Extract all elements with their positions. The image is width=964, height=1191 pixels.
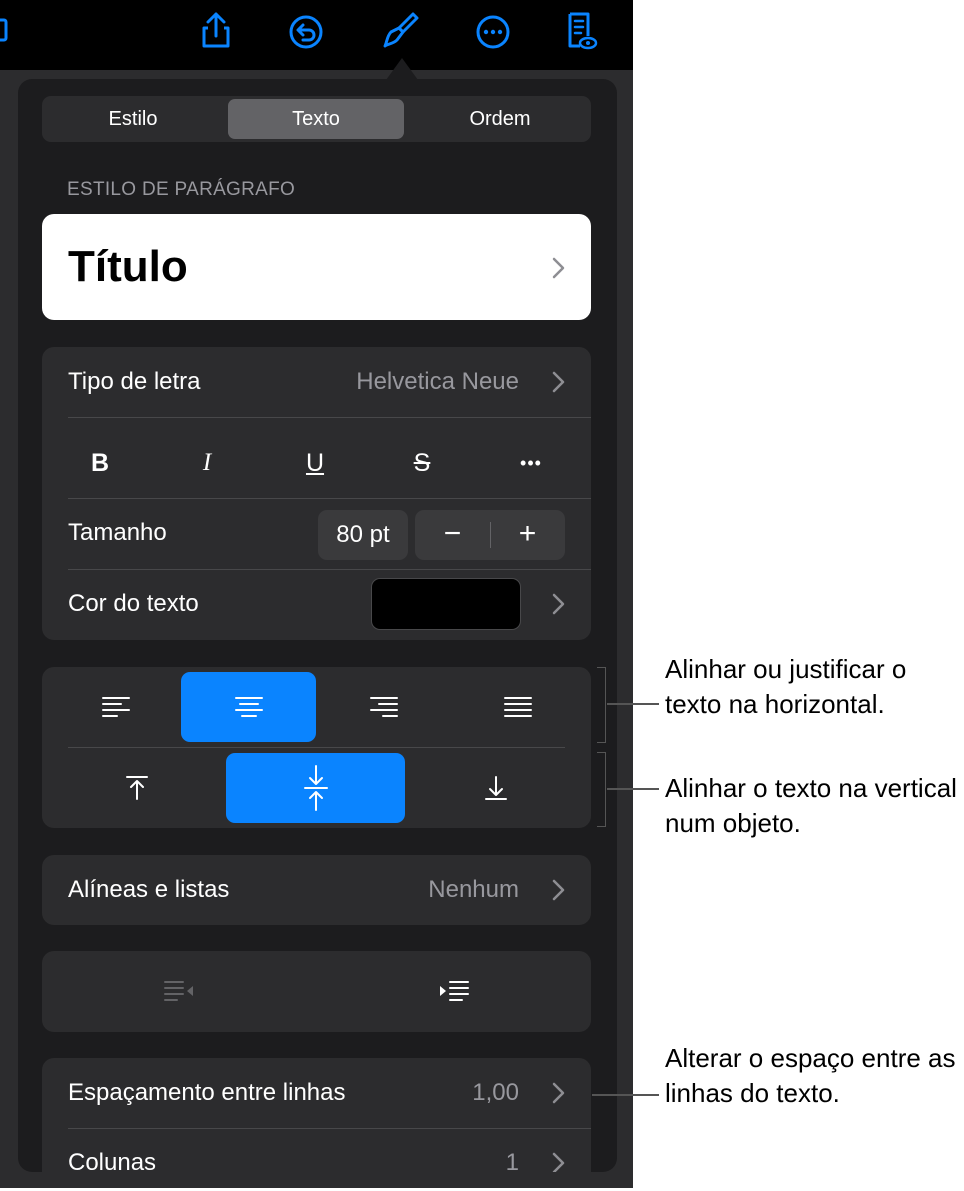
tab-bar: Estilo Texto Ordem [42,96,591,142]
indent-card [42,951,591,1032]
align-bottom-button[interactable] [407,753,585,823]
size-stepper: − + [415,510,565,560]
format-popover: Estilo Texto Ordem ESTILO DE PARÁGRAFO T… [18,79,617,1172]
bullets-row[interactable]: Alíneas e listas Nenhum [42,855,591,925]
text-color-label: Cor do texto [68,590,199,617]
line-spacing-value: 1,00 [472,1079,519,1106]
line-spacing-row[interactable]: Espaçamento entre linhas 1,00 [42,1058,591,1128]
decrease-indent-icon [164,981,193,1001]
align-middle-icon [303,765,328,811]
chevron-right-icon [552,371,565,393]
callout-spacing: Alterar o espaço entre as linhas do text… [665,1043,956,1108]
vertical-leader [607,788,659,790]
chevron-right-icon [552,257,565,279]
columns-value: 1 [505,1149,519,1172]
chevron-right-icon [552,1152,565,1172]
align-left-button[interactable] [48,672,183,742]
align-top-button[interactable] [48,753,226,823]
tab-texto[interactable]: Texto [228,99,404,139]
align-left-icon [101,697,130,717]
more-icon[interactable] [471,8,515,52]
font-value: Helvetica Neue [356,368,519,395]
increase-indent-icon [440,981,469,1001]
sidebar-icon[interactable] [0,8,14,52]
more-text-options-button[interactable]: ••• [501,428,561,498]
callout-vertical: Alinhar o texto na vertical num objeto. [665,773,957,838]
bullets-label: Alíneas e listas [68,876,230,903]
font-row[interactable]: Tipo de letra Helvetica Neue [42,347,591,417]
divider [68,417,591,418]
decrease-indent-button[interactable] [42,956,316,1026]
increase-size-button[interactable]: + [490,510,565,560]
font-label: Tipo de letra [68,368,201,395]
reader-view-icon[interactable] [558,8,602,52]
alignment-card [42,667,591,828]
chevron-right-icon [552,1082,565,1104]
paragraph-style-header: ESTILO DE PARÁGRAFO [67,179,296,200]
vertical-bracket [597,752,606,827]
decrease-size-button[interactable]: − [415,510,490,560]
align-right-button[interactable] [316,672,451,742]
undo-icon[interactable] [284,8,328,52]
popover-caret [386,58,418,80]
spacing-card: Espaçamento entre linhas 1,00 Colunas 1 [42,1058,591,1172]
chevron-right-icon [552,879,565,901]
align-top-icon [126,776,148,800]
font-card: Tipo de letra Helvetica Neue B I U S •••… [42,347,591,640]
callout-horizontal: Alinhar ou justificar o texto na horizon… [665,654,907,719]
horizontal-bracket [597,667,606,743]
size-row: Tamanho 80 pt − + [42,498,591,568]
align-right-icon [369,697,398,717]
paragraph-style-value: Título [68,242,188,291]
tab-estilo[interactable]: Estilo [45,99,221,139]
paintbrush-icon[interactable] [379,8,423,52]
horizontal-leader [607,703,659,705]
text-color-row[interactable]: Cor do texto [42,569,591,639]
align-center-icon [234,697,263,717]
share-icon[interactable] [194,8,238,52]
size-value-field[interactable]: 80 pt [318,510,408,560]
columns-label: Colunas [68,1149,157,1172]
bullets-card: Alíneas e listas Nenhum [42,855,591,925]
divider [68,747,565,748]
size-label: Tamanho [68,519,167,546]
line-spacing-label: Espaçamento entre linhas [68,1079,346,1106]
bullets-value: Nenhum [428,876,519,903]
text-color-swatch[interactable] [371,578,521,630]
justify-button[interactable] [450,672,585,742]
align-center-button[interactable] [181,672,316,742]
paragraph-style-row[interactable]: Título [42,214,591,320]
strikethrough-button[interactable]: S [392,428,452,498]
spacing-leader [592,1094,659,1096]
tab-ordem[interactable]: Ordem [412,99,588,139]
align-bottom-icon [485,776,507,800]
columns-row[interactable]: Colunas 1 [42,1128,591,1172]
bold-button[interactable]: B [70,428,130,498]
italic-button[interactable]: I [177,428,237,498]
align-middle-button[interactable] [226,753,405,823]
increase-indent-button[interactable] [317,956,591,1026]
justify-icon [503,697,532,717]
underline-button[interactable]: U [285,428,345,498]
toolbar [0,0,633,70]
chevron-right-icon [552,593,565,615]
